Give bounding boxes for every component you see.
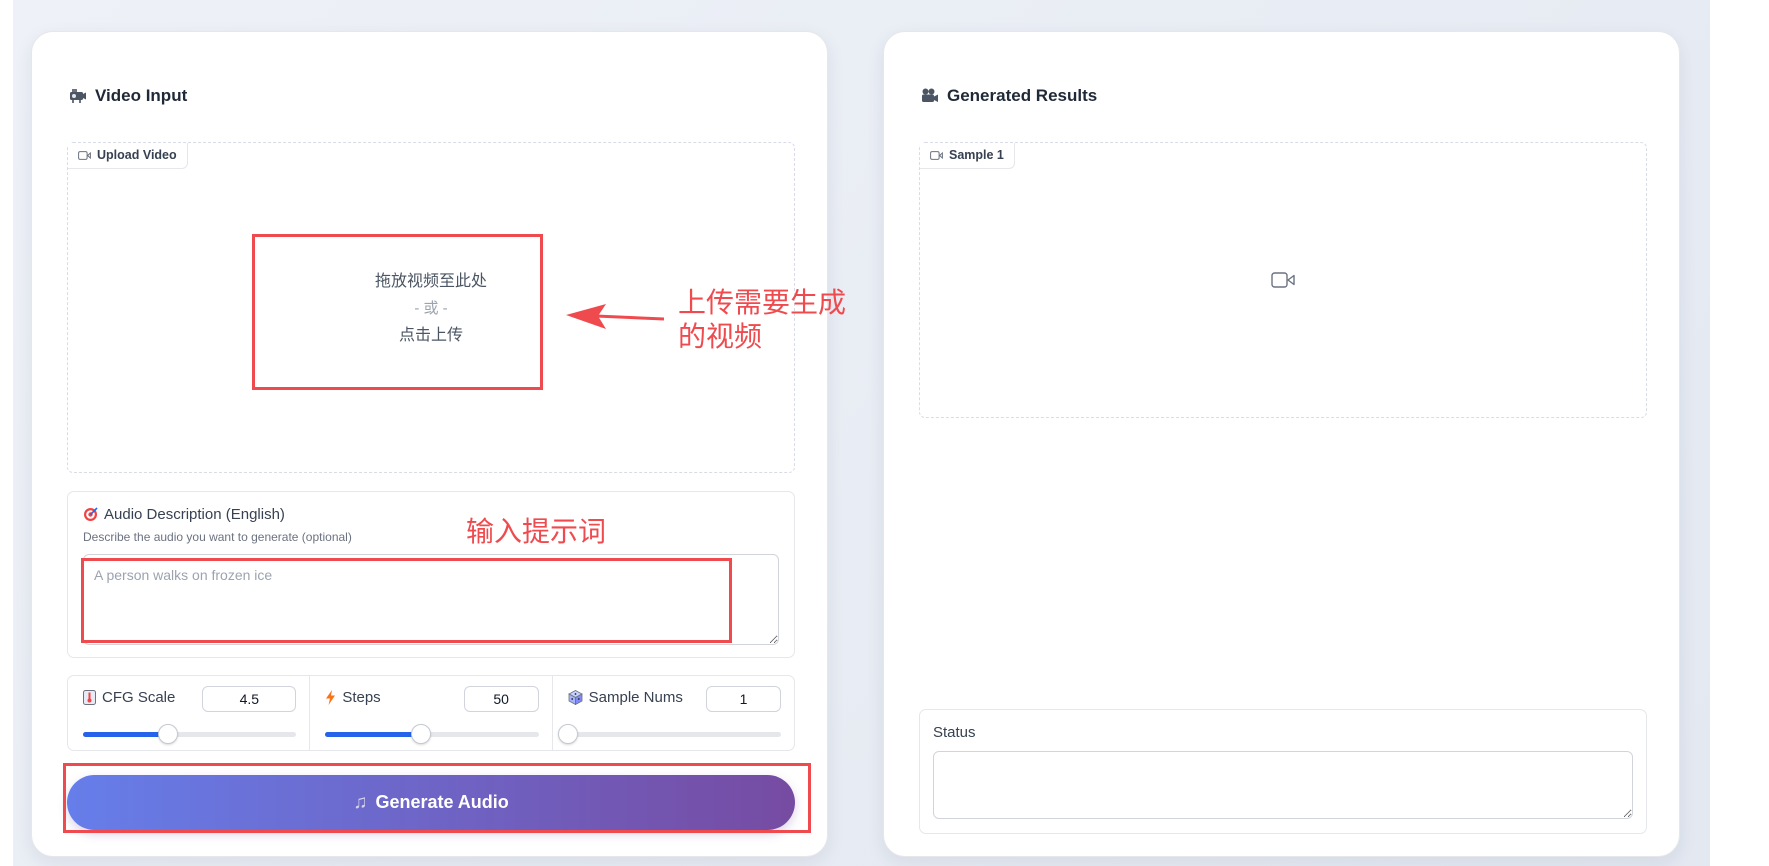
audio-description-block: Audio Description (English) Describe the… <box>67 491 795 658</box>
audio-description-label-text: Audio Description (English) <box>104 506 285 523</box>
projector-icon <box>69 87 87 105</box>
steps-slider-thumb[interactable] <box>411 724 432 744</box>
sample-1-video[interactable]: Sample 1 <box>919 142 1647 418</box>
param-steps: Steps <box>310 676 553 750</box>
param-sample-nums: Sample Nums <box>553 676 794 750</box>
generated-results-title-text: Generated Results <box>947 86 1098 105</box>
generate-audio-label: Generate Audio <box>375 792 509 812</box>
cfg-scale-label: CFG Scale <box>83 689 175 706</box>
target-icon <box>84 507 98 521</box>
status-label: Status <box>933 724 976 741</box>
generation-params: CFG Scale Steps <box>67 675 795 751</box>
steps-input[interactable] <box>463 686 539 712</box>
cfg-scale-slider[interactable] <box>83 724 297 744</box>
video-input-title-text: Video Input <box>95 86 188 105</box>
audio-description-label: Audio Description (English) <box>83 506 285 523</box>
cfg-scale-label-text: CFG Scale <box>102 689 176 706</box>
steps-label: Steps <box>325 689 381 706</box>
video-placeholder-icon <box>1271 272 1295 288</box>
audio-description-info: Describe the audio you want to generate … <box>83 530 352 544</box>
movie-camera-icon <box>921 87 939 105</box>
lightning-icon <box>326 690 336 705</box>
generate-audio-button[interactable]: ♫ Generate Audio <box>67 775 795 830</box>
annotation-upload-note: 上传需要生成 的视频 <box>678 286 847 353</box>
steps-label-text: Steps <box>342 689 381 706</box>
video-camera-icon <box>930 150 943 160</box>
sample-nums-slider-thumb[interactable] <box>557 724 578 744</box>
status-block: Status <box>919 709 1647 834</box>
sample-1-tag: Sample 1 <box>920 143 1015 169</box>
steps-slider[interactable] <box>325 724 539 744</box>
generated-results-title: Generated Results <box>921 86 1097 106</box>
upload-video-tag: Upload Video <box>68 143 188 169</box>
annotation-prompt-note: 输入提示词 <box>466 515 607 548</box>
dice-icon <box>567 690 583 705</box>
sample-nums-input[interactable] <box>705 686 781 712</box>
music-note-icon: ♫ <box>353 791 368 813</box>
sample-nums-label: Sample Nums <box>567 689 683 706</box>
upload-video-tag-label: Upload Video <box>97 148 177 162</box>
param-cfg-scale: CFG Scale <box>68 676 311 750</box>
thermometer-icon <box>83 690 96 705</box>
cfg-scale-slider-fill <box>83 732 169 737</box>
sample-1-tag-label: Sample 1 <box>949 148 1004 162</box>
cfg-scale-slider-thumb[interactable] <box>158 724 179 744</box>
generated-results-panel: Generated Results Sample 1 Status <box>883 31 1680 857</box>
video-input-panel: Video Input Upload Video 拖放视频至此处 - 或 - 点… <box>31 31 828 857</box>
audio-description-input[interactable] <box>83 554 779 645</box>
annotation-arrow-icon <box>566 304 665 329</box>
video-input-title: Video Input <box>69 86 187 106</box>
cfg-scale-input[interactable] <box>202 686 297 712</box>
sample-nums-slider[interactable] <box>557 724 781 744</box>
video-camera-icon <box>78 150 91 160</box>
sample-nums-label-text: Sample Nums <box>588 689 683 706</box>
status-output[interactable] <box>933 751 1633 819</box>
steps-slider-fill <box>325 732 422 737</box>
